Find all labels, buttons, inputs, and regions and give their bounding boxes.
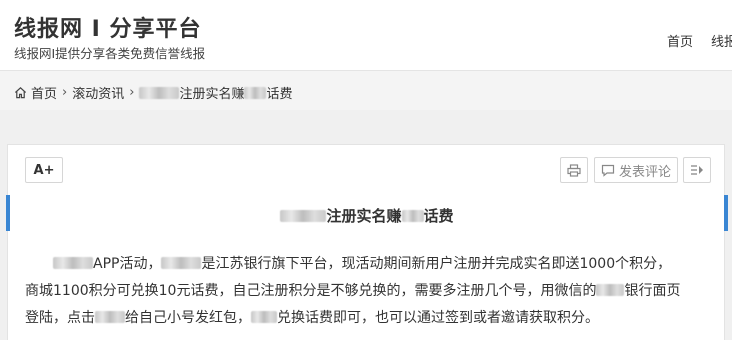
site-header: 线报网 I 分享平台 线报网I提供分享各类免费信誉线报 首页 线报 [0, 0, 732, 70]
breadcrumb-separator: › [129, 85, 135, 100]
print-button[interactable] [560, 157, 588, 183]
article-line: 商城1100积分可兑换10元话费，自己注册积分是不够兑换的，需要多注册几个号，用… [25, 278, 715, 305]
breadcrumb-section[interactable]: 滚动资讯 [72, 83, 124, 102]
redacted-text [139, 86, 180, 99]
article-text: APP活动， [93, 256, 162, 272]
breadcrumb-home[interactable]: 首页 [31, 83, 57, 102]
article-card: A+ 发表评论 注册实名赚 话费 APP活动， 是江苏银行旗下平台，现活动期间新用户… [6, 144, 728, 340]
comment-button-label: 发表评论 [618, 164, 671, 180]
article-line: 登陆，点击 给自己小号发红包， 兑换话费即可，也可以通过签到或者邀请获取积分。 [25, 305, 715, 332]
article-title-text: 注册实名赚 [326, 207, 402, 225]
redacted-text [280, 210, 327, 222]
font-size-button[interactable]: A+ [25, 157, 63, 183]
redacted-text [95, 311, 125, 323]
article-text: 是江苏银行旗下平台，现活动期间新用户注册并完成实名即送1000个积分， [201, 256, 672, 272]
redacted-text [251, 311, 277, 323]
redacted-text [244, 86, 267, 99]
article-text: 商城1100积分可兑换10元话费，自己注册积分是不够兑换的，需要多注册几个号，用… [25, 283, 597, 299]
redacted-text [596, 284, 625, 296]
article-text: 兑换话费即可，也可以通过签到或者邀请获取积分。 [277, 310, 599, 326]
article-body: APP活动， 是江苏银行旗下平台，现活动期间新用户注册并完成实名即送1000个积分… [25, 251, 715, 332]
breadcrumb-separator: › [62, 85, 68, 100]
site-description: 线报网I提供分享各类免费信誉线报 [14, 46, 206, 61]
redacted-text [161, 257, 202, 269]
article-text: 给自己小号发红包， [125, 310, 251, 326]
next-article-button[interactable] [683, 157, 711, 183]
top-nav: 首页 线报 [667, 31, 732, 50]
article-line: APP活动， 是江苏银行旗下平台，现活动期间新用户注册并完成实名即送1000个积分… [25, 251, 715, 278]
breadcrumb-bar: 首页 › 滚动资讯 › 注册实名赚 话费 [0, 70, 732, 110]
nav-item-xianbao[interactable]: 线报 [711, 35, 732, 50]
redacted-text [53, 257, 93, 269]
article-text: 银行面页 [624, 283, 681, 299]
breadcrumb-current: 注册实名赚 [179, 87, 245, 102]
site-title[interactable]: 线报网 I 分享平台 [14, 11, 202, 43]
home-icon [14, 87, 27, 99]
redacted-text [401, 210, 424, 222]
breadcrumb-current-end: 话费 [266, 87, 293, 102]
printer-icon [567, 163, 581, 177]
nav-item-home[interactable]: 首页 [667, 35, 693, 50]
breadcrumb: 首页 › 滚动资讯 › 注册实名赚 话费 [14, 83, 292, 102]
article-title-bar: 注册实名赚 话费 [6, 195, 728, 231]
comment-button[interactable]: 发表评论 [594, 157, 678, 183]
comment-icon [601, 164, 615, 177]
article-text: 登陆，点击 [25, 310, 95, 326]
next-article-icon [691, 165, 703, 175]
article-title: 注册实名赚 话费 [10, 205, 724, 226]
article-title-text-end: 话费 [423, 207, 454, 225]
